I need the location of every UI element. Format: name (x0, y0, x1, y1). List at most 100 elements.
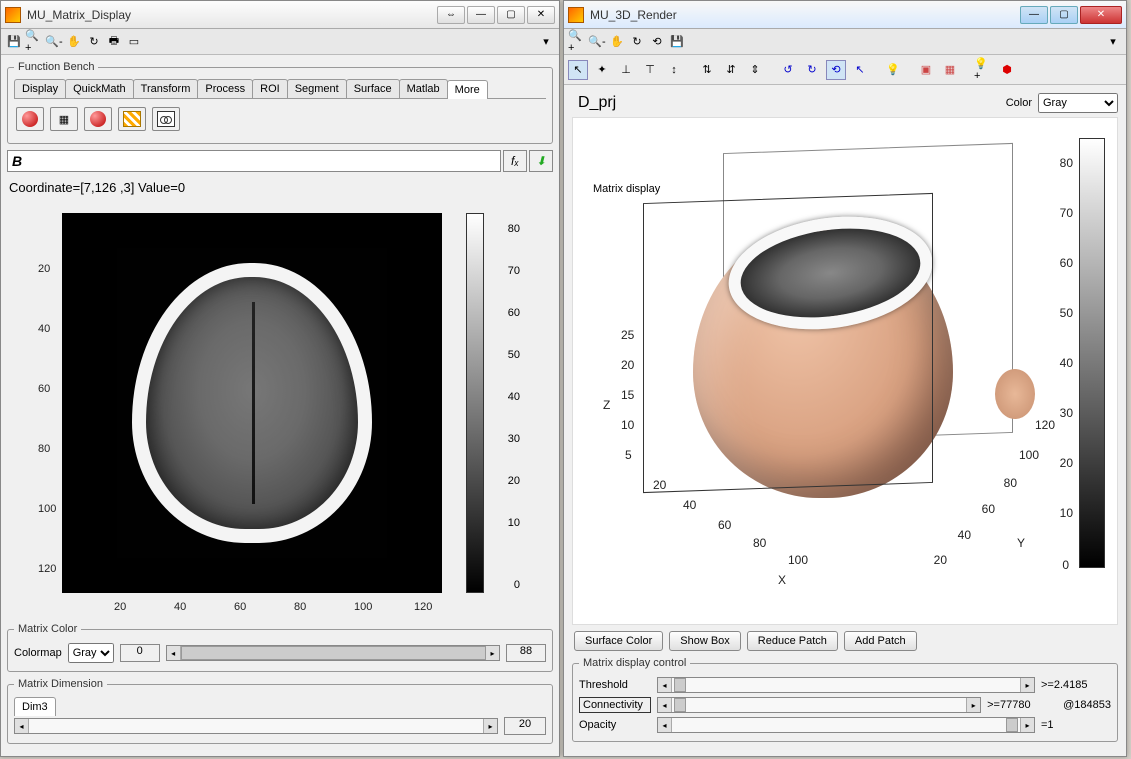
zoom-out-icon[interactable]: 🔍- (588, 33, 606, 51)
download-button[interactable]: ⬇ (529, 150, 553, 172)
tab-display[interactable]: Display (14, 79, 66, 98)
axis4-tool-icon[interactable]: ⇅ (697, 60, 717, 80)
titlebar-left[interactable]: MU_Matrix_Display ⇔ — ▢ ✕ (1, 1, 559, 29)
color-min-field[interactable]: 0 (120, 644, 160, 662)
dim-value-field[interactable]: 20 (504, 717, 546, 735)
scroll-right-icon[interactable]: ▸ (1020, 678, 1034, 692)
tab-surface[interactable]: Surface (346, 79, 400, 98)
threshold-value: >=2.4185 (1041, 679, 1111, 691)
scroll-left-icon[interactable]: ◂ (658, 718, 672, 732)
titlebar-right[interactable]: MU_3D_Render — ▢ ✕ (564, 1, 1126, 29)
undock-button[interactable]: ⇔ (437, 6, 465, 24)
y-tick: 20 (934, 553, 947, 567)
cursor-tool-icon[interactable]: ↖ (568, 60, 588, 80)
minimize-button[interactable]: — (467, 6, 495, 24)
scroll-right-icon[interactable]: ▸ (483, 719, 497, 733)
brain-slice-icon (132, 263, 372, 543)
close-button[interactable]: ✕ (527, 6, 555, 24)
tab-segment[interactable]: Segment (287, 79, 347, 98)
stripes-button[interactable] (118, 107, 146, 131)
axis5-tool-icon[interactable]: ⇵ (721, 60, 741, 80)
add-light-icon[interactable]: 💡+ (973, 60, 993, 80)
slice-plot[interactable]: 20 40 60 80 100 120 80 70 60 50 40 30 20… (14, 203, 524, 623)
axis-tool-icon[interactable]: ⊥ (616, 60, 636, 80)
minimize-button[interactable]: — (1020, 6, 1048, 24)
color-range-scrollbar[interactable]: ◂ ▸ (166, 645, 500, 661)
tab-roi[interactable]: ROI (252, 79, 288, 98)
y-tick: 40 (38, 323, 50, 335)
window-title-right: MU_3D_Render (590, 8, 1018, 22)
dimension-scrollbar[interactable]: ◂ ▸ (14, 718, 498, 734)
copy-icon[interactable]: ▦ (940, 60, 960, 80)
axis6-tool-icon[interactable]: ⇕ (745, 60, 765, 80)
rotate-box-icon[interactable]: ⟲ (826, 60, 846, 80)
matlab-icon (568, 7, 584, 23)
color-select[interactable]: Gray (1038, 93, 1118, 113)
reduce-patch-button[interactable]: Reduce Patch (747, 631, 838, 651)
pan-icon[interactable]: ✋ (608, 33, 626, 51)
rotate-icon[interactable]: ↻ (628, 33, 646, 51)
add-patch-button[interactable]: Add Patch (844, 631, 917, 651)
close-button[interactable]: ✕ (1080, 6, 1122, 24)
reset-view-icon[interactable]: ⟲ (648, 33, 666, 51)
plot-3d[interactable]: Matrix display 25 20 15 10 5 Z 20 40 60 … (572, 117, 1118, 625)
slice-image[interactable] (62, 213, 442, 593)
threshold-scrollbar[interactable]: ◂ ▸ (657, 677, 1035, 693)
scroll-left-icon[interactable]: ◂ (167, 646, 181, 660)
color-max-field[interactable]: 88 (506, 644, 546, 662)
tab-more[interactable]: More (447, 80, 488, 99)
bulb-icon[interactable]: 💡 (883, 60, 903, 80)
scroll-right-icon[interactable]: ▸ (1020, 718, 1034, 732)
cb-tick: 80 (508, 223, 520, 235)
rotate-cw-icon[interactable]: ↻ (802, 60, 822, 80)
show-box-button[interactable]: Show Box (669, 631, 741, 651)
grid-button[interactable]: ▦ (50, 107, 78, 131)
x-tick: 60 (718, 518, 731, 532)
cb-tick: 70 (508, 265, 520, 277)
screenshot-icon[interactable]: ▣ (916, 60, 936, 80)
scroll-right-icon[interactable]: ▸ (485, 646, 499, 660)
light-tool-icon[interactable]: ✦ (592, 60, 612, 80)
scroll-right-icon[interactable]: ▸ (966, 698, 980, 712)
scroll-left-icon[interactable]: ◂ (658, 678, 672, 692)
print-icon[interactable]: 🖶 (105, 33, 123, 51)
fx-button[interactable]: fₓ (503, 150, 527, 172)
tab-transform[interactable]: Transform (133, 79, 199, 98)
zoom-in-icon[interactable]: 🔍+ (568, 33, 586, 51)
scroll-left-icon[interactable]: ◂ (15, 719, 29, 733)
opacity-value: =1 (1041, 719, 1111, 731)
menu-arrow-icon[interactable]: ▾ (537, 33, 555, 51)
tab-matlab[interactable]: Matlab (399, 79, 448, 98)
x-tick: 20 (114, 601, 126, 613)
sphere-target-button[interactable] (84, 107, 112, 131)
y-tick: 20 (38, 263, 50, 275)
window-icon[interactable]: ▭ (125, 33, 143, 51)
reel-button[interactable] (152, 107, 180, 131)
formula-input[interactable] (7, 150, 501, 172)
sphere-button[interactable] (16, 107, 44, 131)
save-icon[interactable]: 💾 (668, 33, 686, 51)
zoom-in-icon[interactable]: 🔍+ (25, 33, 43, 51)
connectivity-scrollbar[interactable]: ◂ ▸ (657, 697, 981, 713)
tab-process[interactable]: Process (197, 79, 253, 98)
nav-icon[interactable]: ↖ (850, 60, 870, 80)
maximize-button[interactable]: ▢ (497, 6, 525, 24)
rotate-ccw-icon[interactable]: ↺ (778, 60, 798, 80)
zoom-out-icon[interactable]: 🔍- (45, 33, 63, 51)
colormap-select[interactable]: Gray (68, 643, 114, 663)
stop-icon[interactable]: ⬢ (997, 60, 1017, 80)
surface-color-button[interactable]: Surface Color (574, 631, 663, 651)
axis2-tool-icon[interactable]: ⊤ (640, 60, 660, 80)
save-icon[interactable]: 💾 (5, 33, 23, 51)
tab-quickmath[interactable]: QuickMath (65, 79, 134, 98)
dim3-tab[interactable]: Dim3 (14, 697, 56, 716)
maximize-button[interactable]: ▢ (1050, 6, 1078, 24)
axis3-tool-icon[interactable]: ↕ (664, 60, 684, 80)
menu-arrow-icon[interactable]: ▾ (1104, 33, 1122, 51)
pan-icon[interactable]: ✋ (65, 33, 83, 51)
connectivity-at: @184853 (1063, 699, 1111, 711)
opacity-scrollbar[interactable]: ◂ ▸ (657, 717, 1035, 733)
scroll-left-icon[interactable]: ◂ (658, 698, 672, 712)
connectivity-label[interactable]: Connectivity (579, 697, 651, 713)
rotate-icon[interactable]: ↻ (85, 33, 103, 51)
